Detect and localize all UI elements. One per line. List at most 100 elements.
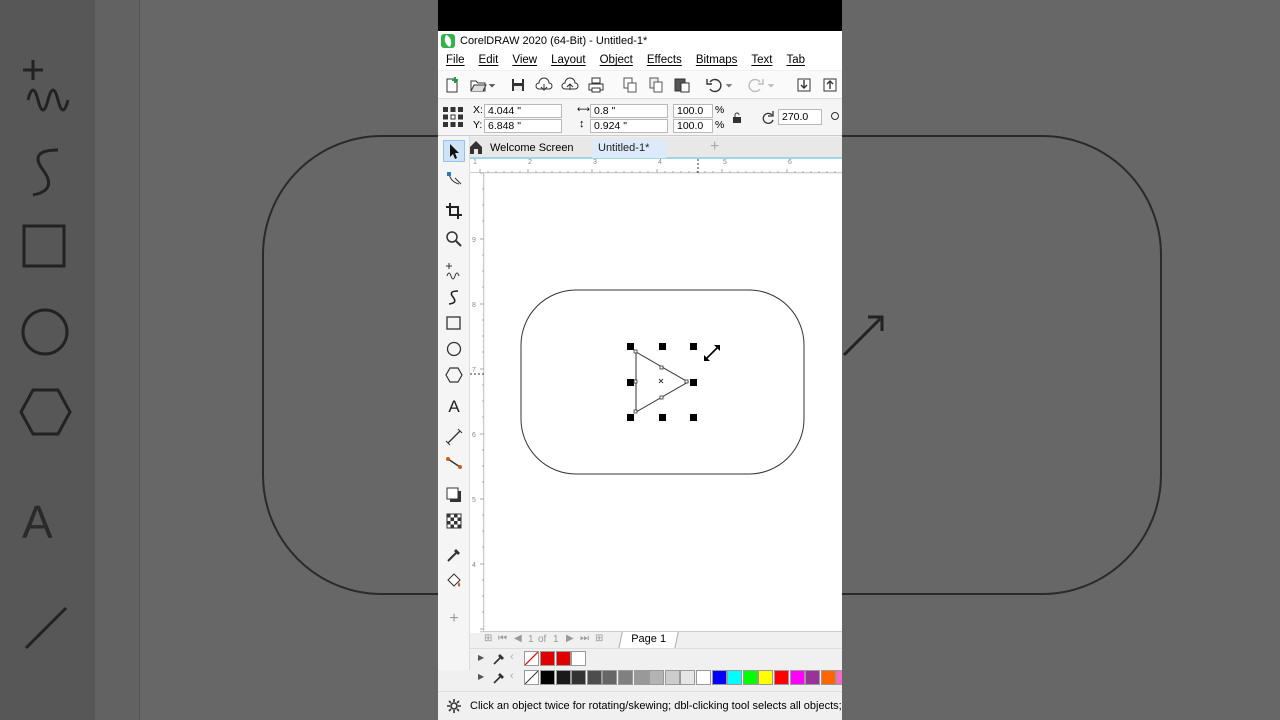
artistic-media-tool[interactable] — [443, 286, 465, 308]
home-icon[interactable] — [468, 140, 484, 155]
height-field[interactable]: 0.924 " — [590, 119, 668, 133]
shape-tool[interactable] — [443, 168, 465, 190]
default-color-swatch-5[interactable] — [618, 670, 633, 685]
default-color-swatch-11[interactable] — [711, 670, 727, 685]
menu-file[interactable]: File — [446, 54, 465, 66]
tab-untitled-1[interactable]: Untitled-1* — [592, 140, 666, 158]
default-color-swatch-0[interactable] — [540, 670, 555, 685]
palette-expand-arrow-icon[interactable]: ▶ — [478, 653, 484, 662]
page-options-icon[interactable]: ⊞ — [484, 633, 492, 644]
drop-shadow-tool[interactable] — [443, 484, 465, 506]
cloud-upload-button[interactable] — [560, 75, 580, 95]
last-page-icon[interactable]: ⏭ — [580, 633, 589, 644]
connector-tool[interactable] — [443, 452, 465, 474]
x-position-field[interactable]: 4.044 " — [484, 104, 562, 118]
width-field[interactable]: 0.8 " — [590, 104, 668, 118]
no-color-swatch-2[interactable] — [524, 670, 539, 685]
transparency-tool[interactable] — [443, 510, 465, 532]
rotation-angle-field[interactable]: 270.0 — [778, 109, 822, 125]
default-color-swatch-16[interactable] — [789, 670, 805, 685]
default-color-swatch-2[interactable] — [571, 670, 587, 685]
default-palette-eyedropper-icon[interactable] — [492, 671, 506, 685]
copy-button[interactable] — [646, 75, 666, 95]
page-1-tab[interactable]: Page 1 — [618, 632, 679, 649]
default-color-swatch-6[interactable] — [633, 670, 649, 685]
palette-expand-arrow-icon-2[interactable]: ▶ — [478, 672, 484, 681]
default-color-swatch-17[interactable] — [805, 670, 821, 685]
tab-welcome-screen[interactable]: Welcome Screen — [484, 140, 580, 158]
default-color-swatch-12[interactable] — [727, 670, 743, 685]
polygon-tool[interactable] — [443, 364, 465, 386]
menu-object[interactable]: Object — [600, 54, 633, 66]
default-color-swatch-13[interactable] — [742, 670, 758, 685]
paste-button[interactable] — [672, 75, 692, 95]
undo-dropdown[interactable] — [724, 75, 734, 95]
open-dropdown[interactable] — [486, 75, 498, 95]
lock-ratio-icon[interactable] — [730, 111, 744, 125]
cut-button[interactable] — [620, 75, 640, 95]
page-navigator: ⊞ ⏮ ◀ 1 of 1 ▶ ⏭ ⊞ Page 1 — [480, 631, 842, 649]
print-button[interactable] — [586, 75, 606, 95]
default-color-swatch-8[interactable] — [664, 670, 680, 685]
rectangle-tool[interactable] — [443, 312, 465, 334]
redo-button[interactable] — [746, 75, 766, 95]
scale-y-field[interactable]: 100.0 — [673, 119, 713, 133]
scale-x-field[interactable]: 100.0 — [673, 104, 713, 118]
freehand-tool[interactable] — [443, 260, 465, 282]
quick-customize-button[interactable]: + — [443, 608, 465, 630]
crop-tool[interactable] — [443, 200, 465, 222]
add-tab-plus-icon[interactable]: + — [710, 138, 719, 156]
save-button[interactable] — [508, 75, 528, 95]
menu-layout[interactable]: Layout — [551, 54, 586, 66]
interactive-fill-tool[interactable] — [443, 570, 465, 592]
default-color-swatch-19[interactable] — [836, 670, 842, 685]
menu-text[interactable]: Text — [751, 54, 772, 66]
v-tick-6: 6 — [472, 432, 476, 439]
y-position-field[interactable]: 6.848 " — [484, 119, 562, 133]
pick-tool[interactable] — [443, 140, 465, 162]
default-color-swatch-18[interactable] — [820, 670, 836, 685]
default-color-swatch-7[interactable] — [649, 670, 665, 685]
default-color-swatch-15[interactable] — [774, 670, 789, 685]
new-document-button[interactable] — [442, 75, 462, 95]
vertical-ruler[interactable]: 9 8 7 6 5 4 — [470, 173, 484, 633]
undo-button[interactable] — [704, 75, 724, 95]
drawing-canvas[interactable] — [485, 174, 842, 632]
document-palette-eyedropper-icon[interactable] — [492, 652, 506, 666]
default-color-swatch-10[interactable] — [696, 670, 711, 685]
menu-bitmaps[interactable]: Bitmaps — [696, 54, 738, 66]
ellipse-tool[interactable] — [443, 338, 465, 360]
redo-dropdown[interactable] — [766, 75, 776, 95]
default-color-swatch-1[interactable] — [555, 670, 571, 685]
default-color-swatch-14[interactable] — [758, 670, 774, 685]
menu-view[interactable]: View — [512, 54, 537, 66]
export-button[interactable] — [820, 75, 840, 95]
cloud-download-button[interactable] — [534, 75, 554, 95]
object-origin-icon[interactable] — [442, 106, 464, 128]
eyedropper-tool[interactable] — [443, 544, 465, 566]
next-page-icon[interactable]: ▶ — [566, 633, 574, 644]
menu-edit[interactable]: Edit — [479, 54, 499, 66]
menu-effects[interactable]: Effects — [647, 54, 682, 66]
dimension-tool[interactable] — [443, 426, 465, 448]
default-color-swatch-3[interactable] — [586, 670, 602, 685]
import-button[interactable] — [794, 75, 814, 95]
text-tool[interactable]: A — [443, 396, 465, 418]
document-color-swatch-0[interactable] — [540, 651, 555, 666]
zoom-tool[interactable] — [443, 228, 465, 250]
open-button[interactable] — [468, 75, 488, 95]
document-color-swatch-1[interactable] — [555, 651, 571, 666]
palette-scroll-left-icon[interactable]: ‹ — [510, 651, 514, 663]
default-color-swatch-4[interactable] — [602, 670, 618, 685]
document-color-swatch-2[interactable] — [571, 651, 587, 666]
horizontal-ruler[interactable]: 1 2 3 4 5 6 — [470, 159, 842, 173]
x-label: X: — [473, 104, 483, 116]
default-color-swatch-9[interactable] — [680, 670, 696, 685]
first-page-icon[interactable]: ⏮ — [498, 633, 507, 644]
menu-table[interactable]: Tab — [786, 54, 805, 66]
gear-icon[interactable] — [446, 698, 462, 714]
previous-page-icon[interactable]: ◀ — [514, 633, 522, 644]
no-color-swatch[interactable] — [524, 651, 539, 666]
add-page-icon[interactable]: ⊞ — [595, 633, 603, 644]
palette-scroll-left-icon-2[interactable]: ‹ — [510, 670, 514, 682]
